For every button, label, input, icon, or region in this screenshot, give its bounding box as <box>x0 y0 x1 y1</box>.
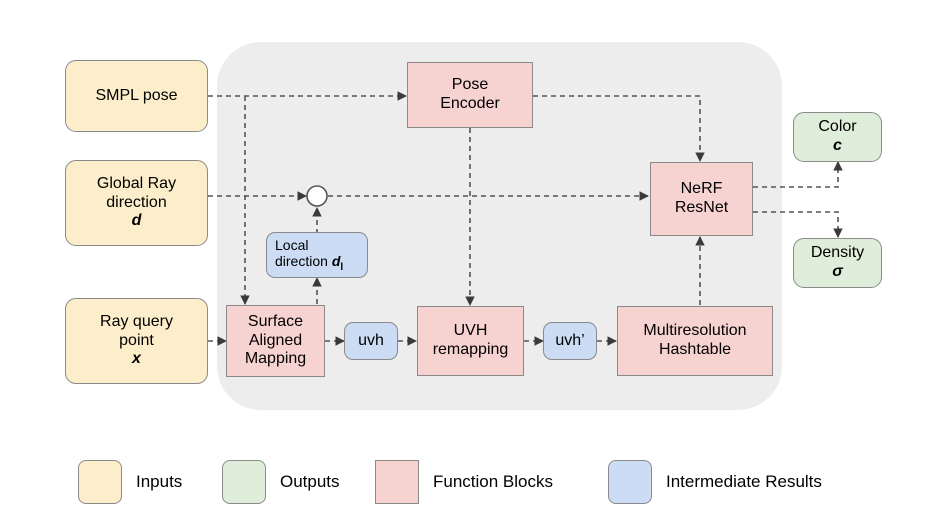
node-multiresolution-hashtable-line2: Hashtable <box>658 341 732 358</box>
node-uvh-remapping-line1: UVH <box>453 322 488 340</box>
legend-item-function-blocks: Function Blocks <box>375 460 553 504</box>
node-uvh-prime[interactable]: uvh’ <box>543 322 597 360</box>
node-surface-aligned-mapping[interactable]: Surface Aligned Mapping <box>226 305 325 377</box>
node-density[interactable]: Density σ <box>793 238 882 288</box>
node-surface-aligned-mapping-line2: Aligned <box>248 331 303 349</box>
legend-label-intermediate-results: Intermediate Results <box>666 472 822 491</box>
node-nerf-resnet-line2: ResNet <box>674 199 729 216</box>
legend-label-outputs: Outputs <box>280 472 340 491</box>
node-global-ray-direction[interactable]: Global Ray direction d <box>65 160 208 246</box>
node-uvh-label: uvh <box>358 331 384 349</box>
node-color-symbol: c <box>833 137 842 154</box>
diagram-canvas: SMPL pose Global Ray direction d Ray que… <box>0 0 930 522</box>
node-ray-query-point-line1: Ray query <box>100 313 173 331</box>
node-ray-query-point-line2: point <box>119 331 154 349</box>
node-density-label: Density <box>810 244 865 262</box>
node-uvh-remapping[interactable]: UVH remapping <box>417 306 524 376</box>
node-uvh[interactable]: uvh <box>344 322 398 360</box>
node-multiresolution-hashtable[interactable]: Multiresolution Hashtable <box>617 306 773 376</box>
node-multiresolution-hashtable-line1: Multiresolution <box>643 322 747 340</box>
node-surface-aligned-mapping-line1: Surface <box>247 313 304 331</box>
node-color[interactable]: Color c <box>793 112 882 162</box>
node-color-label: Color <box>818 118 857 136</box>
node-uvh-prime-label: uvh’ <box>555 331 585 349</box>
node-global-ray-direction-line2: direction <box>106 193 167 211</box>
node-ray-query-point[interactable]: Ray query point x <box>65 298 208 384</box>
node-global-ray-direction-symbol: d <box>131 212 142 230</box>
node-smpl-pose[interactable]: SMPL pose <box>65 60 208 132</box>
node-local-direction-subscript: l <box>340 261 344 273</box>
node-pose-encoder[interactable]: Pose Encoder <box>407 62 533 128</box>
legend-item-outputs: Outputs <box>222 460 340 504</box>
node-uvh-remapping-line2: remapping <box>432 341 509 358</box>
legend: Inputs Outputs Function Blocks Intermedi… <box>0 460 930 512</box>
node-density-symbol: σ <box>832 263 843 280</box>
node-pose-encoder-line2: Encoder <box>440 95 500 112</box>
node-global-ray-direction-line1: Global Ray <box>96 175 177 193</box>
legend-item-inputs: Inputs <box>78 460 182 504</box>
legend-swatch-function-blocks <box>375 460 419 504</box>
legend-label-function-blocks: Function Blocks <box>433 472 553 491</box>
node-local-direction-line1: Local <box>275 236 309 253</box>
node-local-direction-line2: direction dl <box>275 253 363 273</box>
node-smpl-pose-label: SMPL pose <box>95 86 178 104</box>
legend-item-intermediate-results: Intermediate Results <box>608 460 822 504</box>
legend-swatch-intermediate-results <box>608 460 652 504</box>
node-local-direction[interactable]: Local direction dl <box>266 232 368 278</box>
legend-swatch-inputs <box>78 460 122 504</box>
legend-label-inputs: Inputs <box>136 472 183 491</box>
legend-swatch-outputs <box>222 460 266 504</box>
node-ray-query-point-symbol: x <box>132 350 141 368</box>
node-local-direction-line2-text: direction <box>275 252 328 269</box>
node-nerf-resnet-line1: NeRF <box>680 180 723 198</box>
merge-junction-node <box>306 185 328 207</box>
node-nerf-resnet[interactable]: NeRF ResNet <box>650 162 753 236</box>
node-pose-encoder-line1: Pose <box>451 76 489 94</box>
node-surface-aligned-mapping-line3: Mapping <box>244 350 307 368</box>
